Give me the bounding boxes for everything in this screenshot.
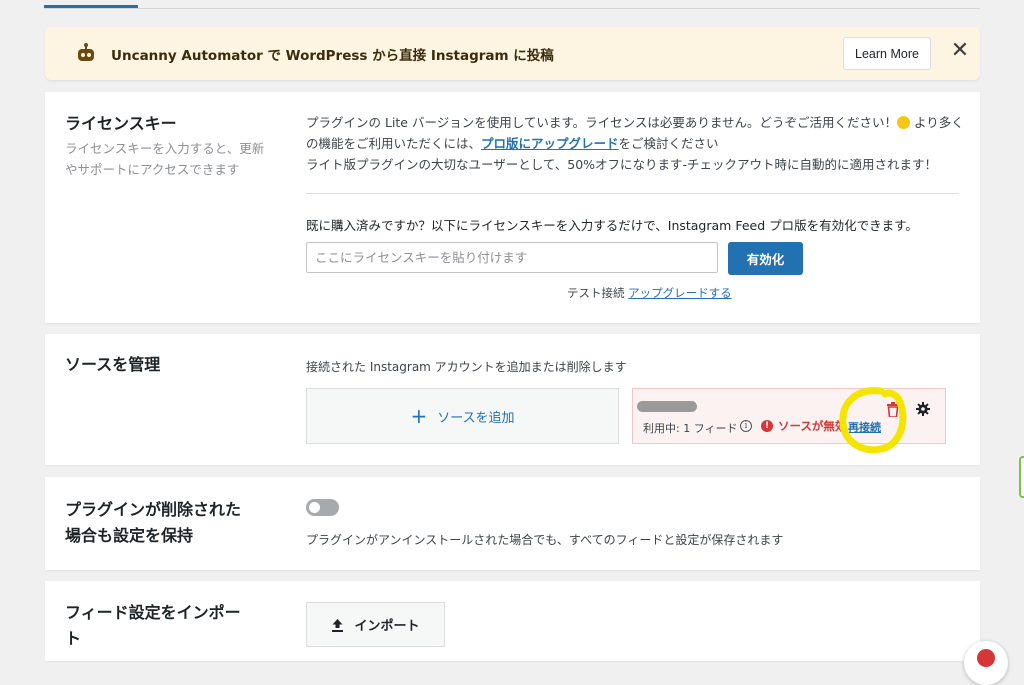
license-line-1c: をご検討ください bbox=[618, 136, 719, 151]
test-connection: テスト接続 アップグレードする bbox=[567, 285, 732, 301]
upgrade-pro-link[interactable]: プロ版にアップグレード bbox=[481, 136, 619, 151]
preserve-settings-card: プラグインが削除された場合も設定を保持 プラグインがアンインストールされた場合で… bbox=[45, 477, 980, 570]
help-bubble[interactable] bbox=[964, 641, 1008, 685]
settings-tab-bar bbox=[44, 0, 980, 9]
license-card: ライセンスキー ライセンスキーを入力すると、更新やサポートにアクセスできます プ… bbox=[45, 92, 980, 323]
error-icon: ! bbox=[761, 420, 773, 432]
side-feedback-tab[interactable] bbox=[1019, 456, 1024, 498]
promo-notice: Uncanny Automator で WordPress から直接 Insta… bbox=[45, 27, 980, 80]
import-card: フィード設定をインポート インポート bbox=[45, 581, 980, 661]
learn-more-button[interactable]: Learn More bbox=[843, 37, 931, 70]
preserve-description: プラグインがアンインストールされた場合でも、すべてのフィードと設定が保存されます bbox=[306, 533, 784, 547]
robot-icon bbox=[78, 43, 94, 61]
license-key-input[interactable] bbox=[306, 242, 718, 273]
license-line-2: ライト版プラグインの大切なユーザーとして、50%オフになります-チェックアウト時… bbox=[306, 157, 938, 172]
notice-text: Uncanny Automator で WordPress から直接 Insta… bbox=[111, 48, 554, 64]
license-description: ライセンスキーを入力すると、更新やサポートにアクセスできます bbox=[65, 141, 265, 177]
toggle-knob bbox=[309, 502, 320, 513]
source-error-text: ソースが無効 bbox=[778, 419, 842, 433]
license-line-1a: プラグインの Lite バージョンを使用しています。ライセンスは必要ありません。… bbox=[306, 115, 897, 130]
preserve-toggle[interactable] bbox=[306, 499, 339, 516]
preserve-title: プラグインが削除された場合も設定を保持 bbox=[65, 500, 242, 545]
highlight-annotation bbox=[839, 387, 907, 454]
gear-icon[interactable] bbox=[916, 402, 930, 416]
import-button[interactable]: インポート bbox=[306, 602, 445, 647]
add-source-label: ソースを追加 bbox=[437, 410, 515, 426]
close-icon[interactable]: ✕ bbox=[949, 40, 971, 62]
active-tab-indicator bbox=[44, 5, 138, 8]
help-icon bbox=[977, 649, 995, 667]
test-connection-label: テスト接続 bbox=[567, 286, 625, 300]
activate-button[interactable]: 有効化 bbox=[728, 242, 803, 275]
license-info-text: プラグインの Lite バージョンを使用しています。ライセンスは必要ありません。… bbox=[306, 112, 966, 175]
upload-icon bbox=[332, 618, 344, 632]
smile-emoji-icon bbox=[896, 116, 910, 129]
license-title: ライセンスキー bbox=[65, 114, 177, 133]
sources-title: ソースを管理 bbox=[65, 355, 161, 374]
import-title: フィード設定をインポート bbox=[65, 603, 241, 648]
upgrade-link[interactable]: アップグレードする bbox=[628, 286, 732, 300]
sources-description: 接続された Instagram アカウントを追加または削除します bbox=[306, 360, 627, 374]
license-question: 既に購入済みですか？以下にライセンスキーを入力するだけで、Instagram F… bbox=[306, 218, 918, 233]
redacted-account-name bbox=[637, 401, 697, 412]
import-label: インポート bbox=[354, 619, 420, 634]
plus-icon: + bbox=[410, 404, 428, 428]
divider bbox=[306, 193, 959, 194]
source-usage: 利用中: 1 フィード bbox=[643, 422, 738, 435]
info-icon[interactable]: i bbox=[740, 420, 752, 432]
add-source-button[interactable]: + ソースを追加 bbox=[306, 388, 619, 444]
